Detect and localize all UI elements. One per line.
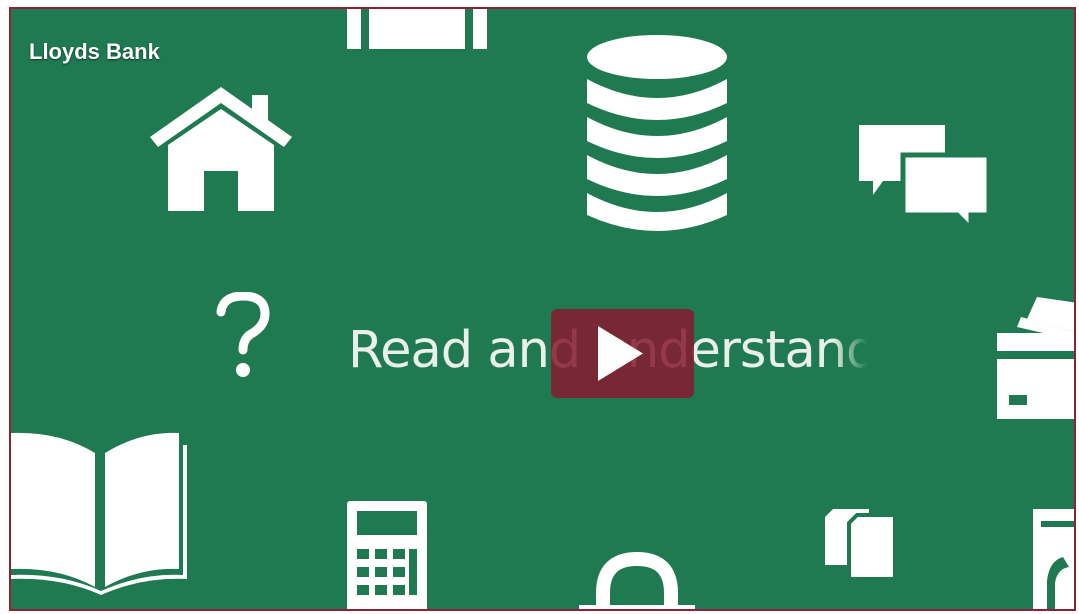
house-icon	[150, 87, 292, 211]
credit-card-icon	[997, 297, 1074, 419]
open-book-icon	[11, 432, 187, 595]
briefcase-icon	[347, 9, 487, 49]
video-player[interactable]: Lloyds Bank Read and understand	[9, 7, 1076, 611]
play-icon	[598, 326, 643, 381]
clipboard-icon	[1033, 509, 1074, 609]
channel-title[interactable]: Lloyds Bank	[29, 39, 160, 65]
video-thumbnail[interactable]: Lloyds Bank Read and understand	[11, 9, 1074, 609]
question-mark-icon	[216, 292, 270, 377]
caption-fade	[833, 309, 923, 399]
calculator-icon	[347, 501, 427, 609]
documents-icon	[825, 509, 897, 581]
coin-stack-icon	[587, 35, 727, 231]
padlock-icon	[579, 551, 695, 609]
speech-bubbles-icon	[859, 125, 991, 229]
play-button[interactable]	[551, 309, 694, 398]
